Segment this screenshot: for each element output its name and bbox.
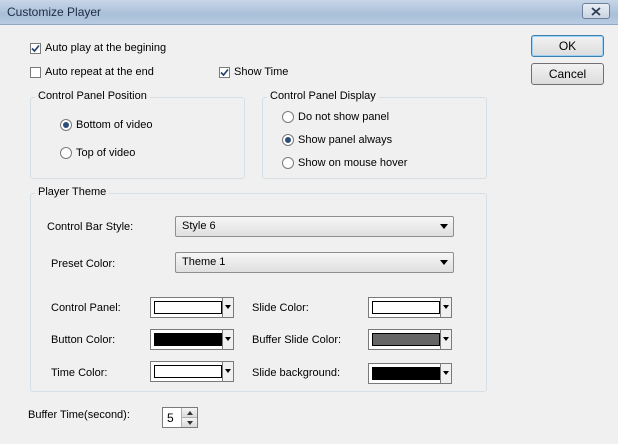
time-color-picker[interactable]	[150, 361, 234, 382]
buffer-slide-color-picker[interactable]	[368, 329, 452, 350]
preset-color-select[interactable]: Theme 1	[175, 252, 454, 273]
player-theme-title: Player Theme	[35, 186, 110, 198]
radio-circle	[60, 147, 72, 159]
chevron-down-icon	[225, 337, 231, 341]
selected-value: Theme 1	[182, 256, 226, 268]
dropdown-arrow	[222, 362, 233, 381]
auto-repeat-label: Auto repeat at the end	[45, 66, 154, 78]
control-panel-position-group	[30, 97, 245, 179]
radio-show-on-mouse-hover[interactable]: Show on mouse hover	[282, 157, 407, 169]
radio-label: Show on mouse hover	[298, 157, 408, 169]
color-swatch	[372, 367, 440, 380]
time-color-label: Time Color:	[51, 367, 108, 379]
spin-buttons	[181, 408, 197, 427]
chevron-down-icon	[440, 224, 448, 229]
dropdown-arrow	[440, 330, 451, 349]
close-button[interactable]	[582, 3, 610, 19]
chevron-down-icon	[440, 260, 448, 265]
slide-color-label: Slide Color:	[252, 302, 309, 314]
control-panel-color-picker[interactable]	[150, 297, 234, 318]
auto-play-checkbox[interactable]: Auto play at the begining	[30, 42, 166, 54]
buffer-time-spinner[interactable]: 5	[162, 407, 198, 428]
button-color-label: Button Color:	[51, 334, 116, 346]
control-panel-color-label: Control Panel:	[51, 302, 121, 314]
chevron-down-icon	[443, 305, 449, 309]
dropdown-arrow	[440, 364, 451, 383]
ok-button[interactable]: OK	[531, 35, 604, 57]
auto-play-label: Auto play at the begining	[45, 42, 167, 54]
radio-do-not-show-panel[interactable]: Do not show panel	[282, 111, 389, 123]
title-bar: Customize Player	[0, 0, 618, 25]
color-swatch	[154, 301, 222, 314]
slide-background-color-picker[interactable]	[368, 363, 452, 384]
color-swatch	[154, 333, 222, 346]
radio-circle	[60, 119, 72, 131]
button-color-picker[interactable]	[150, 329, 234, 350]
buffer-time-value[interactable]: 5	[167, 411, 174, 425]
radio-circle	[282, 157, 294, 169]
spin-down-button[interactable]	[182, 418, 197, 427]
dropdown-arrow	[440, 298, 451, 317]
radio-circle	[282, 134, 294, 146]
color-swatch	[372, 333, 440, 346]
chevron-down-icon	[225, 305, 231, 309]
checkbox-box	[219, 66, 230, 78]
spin-up-button[interactable]	[182, 408, 197, 418]
dropdown-arrow	[222, 330, 233, 349]
buffer-time-label: Buffer Time(second):	[28, 409, 130, 421]
cancel-button[interactable]: Cancel	[531, 63, 604, 85]
radio-circle	[282, 111, 294, 123]
chevron-down-icon	[443, 371, 449, 375]
radio-show-panel-always[interactable]: Show panel always	[282, 134, 392, 146]
control-panel-display-title: Control Panel Display	[267, 90, 379, 102]
customize-player-dialog: Customize Player OK Cancel Auto play at …	[0, 0, 618, 444]
radio-label: Show panel always	[298, 134, 393, 146]
chevron-down-icon	[225, 369, 231, 373]
control-bar-style-select[interactable]: Style 6	[175, 216, 454, 237]
radio-bottom-of-video[interactable]: Bottom of video	[60, 119, 152, 131]
checkbox-box	[30, 66, 41, 78]
buffer-slide-color-label: Buffer Slide Color:	[252, 334, 342, 346]
chevron-down-icon	[186, 420, 193, 425]
radio-top-of-video[interactable]: Top of video	[60, 147, 135, 159]
color-swatch	[372, 301, 440, 314]
check-icon	[220, 68, 229, 76]
close-icon	[591, 6, 601, 16]
show-time-checkbox[interactable]: Show Time	[219, 66, 288, 78]
chevron-up-icon	[186, 410, 193, 415]
slide-background-label: Slide background:	[252, 367, 341, 379]
preset-color-label: Preset Color:	[51, 258, 116, 270]
chevron-down-icon	[443, 337, 449, 341]
slide-color-picker[interactable]	[368, 297, 452, 318]
show-time-label: Show Time	[234, 66, 289, 78]
checkbox-box	[30, 42, 41, 54]
color-swatch	[154, 365, 222, 378]
selected-value: Style 6	[182, 220, 216, 232]
radio-label: Bottom of video	[76, 119, 153, 131]
radio-label: Top of video	[76, 147, 136, 159]
control-panel-position-title: Control Panel Position	[35, 90, 150, 102]
dropdown-arrow	[222, 298, 233, 317]
check-icon	[31, 44, 40, 52]
control-bar-style-label: Control Bar Style:	[47, 221, 134, 233]
auto-repeat-checkbox[interactable]: Auto repeat at the end	[30, 66, 154, 78]
window-title: Customize Player	[7, 5, 102, 19]
radio-label: Do not show panel	[298, 111, 390, 123]
